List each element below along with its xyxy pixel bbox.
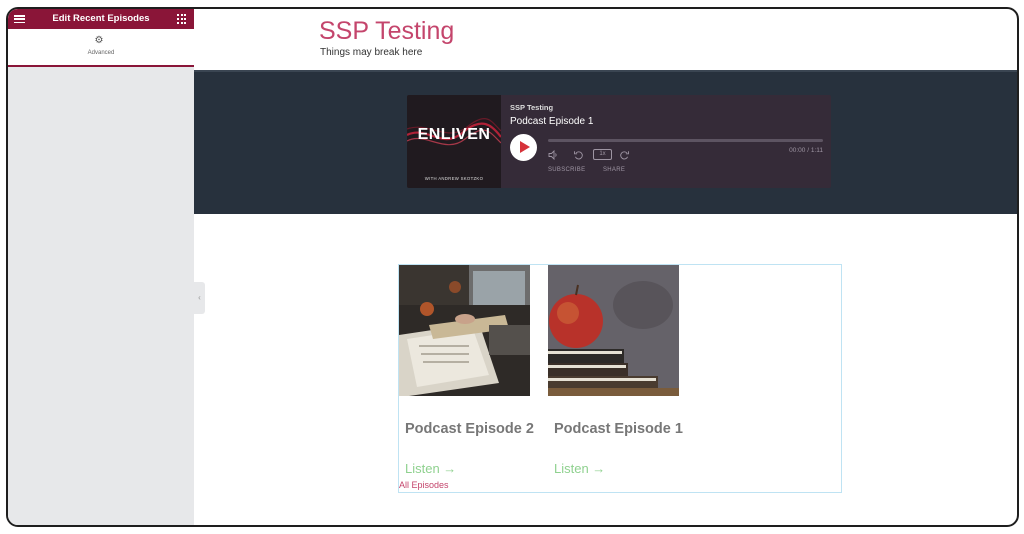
tab-advanced[interactable]: ⚙ Advanced bbox=[8, 29, 194, 67]
browser-frame: Edit Recent Episodes ⚙ Advanced ‹ SSP Te… bbox=[6, 7, 1019, 527]
site-tagline: Things may break here bbox=[320, 47, 423, 58]
player-show-name: SSP Testing bbox=[510, 103, 554, 112]
panel-header: Edit Recent Episodes bbox=[8, 9, 194, 29]
playback-rate-button[interactable]: 1x bbox=[593, 149, 612, 160]
episode-2-listen-link[interactable]: Listen → bbox=[405, 461, 456, 476]
all-episodes-link[interactable]: All Episodes bbox=[399, 480, 449, 490]
panel-title: Edit Recent Episodes bbox=[52, 13, 150, 24]
recent-episodes-widget[interactable]: Podcast Episode 2 Podcast Episode 1 List… bbox=[398, 264, 842, 493]
subscribe-button[interactable]: SUBSCRIBE bbox=[548, 167, 585, 173]
volume-icon[interactable] bbox=[548, 149, 559, 162]
share-button[interactable]: SHARE bbox=[603, 167, 625, 173]
player-time: 00:00 / 1:11 bbox=[789, 147, 823, 154]
episode-1-thumbnail[interactable] bbox=[548, 265, 679, 396]
forward-icon[interactable] bbox=[619, 150, 630, 162]
play-button[interactable] bbox=[510, 134, 537, 161]
episode-2-thumbnail[interactable] bbox=[399, 265, 530, 396]
episode-1-listen-link[interactable]: Listen → bbox=[554, 461, 605, 476]
rewind-icon[interactable] bbox=[573, 150, 584, 162]
play-icon bbox=[520, 141, 530, 153]
episode-2-title[interactable]: Podcast Episode 2 bbox=[405, 421, 534, 437]
podcast-player: ENLIVEN WITH ANDREW SKOTZKO SSP Testing … bbox=[407, 95, 831, 188]
cover-byline: WITH ANDREW SKOTZKO bbox=[424, 176, 484, 181]
tab-advanced-label: Advanced bbox=[87, 50, 115, 56]
site-title[interactable]: SSP Testing bbox=[319, 17, 454, 46]
hero-section: ENLIVEN WITH ANDREW SKOTZKO SSP Testing … bbox=[194, 70, 1017, 214]
gear-icon: ⚙ bbox=[94, 35, 104, 46]
player-episode-title: Podcast Episode 1 bbox=[510, 116, 594, 127]
cover-brand: ENLIVEN bbox=[417, 126, 491, 143]
chevron-left-icon[interactable]: ‹ bbox=[194, 282, 205, 314]
progress-track[interactable] bbox=[548, 139, 823, 142]
grid-icon[interactable] bbox=[177, 14, 187, 24]
episode-1-title[interactable]: Podcast Episode 1 bbox=[554, 421, 683, 437]
editor-panel: Edit Recent Episodes ⚙ Advanced bbox=[8, 9, 194, 525]
episode-cover-art: ENLIVEN WITH ANDREW SKOTZKO bbox=[407, 95, 501, 188]
